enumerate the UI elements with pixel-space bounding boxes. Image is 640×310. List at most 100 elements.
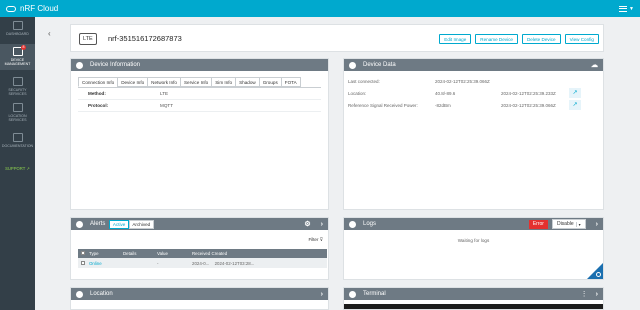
- chevron-right-icon[interactable]: ›: [321, 291, 323, 298]
- tab-device-info[interactable]: Device Info: [117, 77, 148, 87]
- device-data-row: Location: 40.8/-89.6 2024-02-12T02:25:39…: [348, 91, 556, 96]
- sidebar-item-support[interactable]: SUPPORT ↗: [0, 166, 35, 175]
- device-info-tabs: Connection Info Device Info Network Info…: [78, 77, 328, 87]
- shield-icon: [12, 77, 23, 86]
- collapse-sidebar-button[interactable]: ‹: [48, 29, 51, 38]
- tab-service-info[interactable]: Service Info: [179, 77, 212, 87]
- chevron-right-icon[interactable]: ›: [596, 291, 598, 298]
- tab-fota[interactable]: FOTA: [280, 77, 301, 87]
- archived-alerts-toggle[interactable]: Archived: [128, 219, 154, 229]
- alert-dates: 2024-0... 2024-02-12T03:28...: [192, 261, 327, 266]
- sidebar-item-label: SECURITY SERVICES: [8, 88, 27, 97]
- column-header[interactable]: Received Created: [192, 251, 327, 256]
- terminal-icon: [349, 290, 356, 298]
- row-value: 40.8/-89.6: [435, 91, 456, 96]
- panel-title: Location: [90, 291, 113, 297]
- rename-device-button[interactable]: Rename Device: [475, 34, 518, 44]
- sidebar-item-label: DEVICE MANAGEMENT: [4, 58, 31, 67]
- app-logo[interactable]: nRF Cloud: [6, 4, 58, 13]
- active-alerts-toggle[interactable]: Active: [109, 219, 129, 229]
- connection-info-table: Method: LTE Protocol: MQTT: [78, 87, 321, 112]
- sidebar-item-label: DOCUMENTATION: [1, 144, 34, 148]
- info-icon: [349, 61, 356, 69]
- cloud-download-icon[interactable]: ☁: [591, 61, 598, 69]
- filter-label: Filter: [308, 237, 319, 242]
- column-header[interactable]: Type: [89, 251, 123, 256]
- document-icon: [12, 133, 23, 142]
- panel-header: Device Information: [71, 59, 328, 71]
- dashboard-icon: [12, 21, 23, 30]
- table-row[interactable]: Online - 2024-0... 2024-02-12T03:28...: [78, 258, 327, 268]
- delete-device-button[interactable]: Delete Device: [521, 34, 561, 44]
- panel-header: Alerts Active Archived ⚙ ›: [71, 218, 328, 230]
- row-checkbox[interactable]: [81, 260, 85, 265]
- edit-image-button[interactable]: Edit Image: [439, 34, 472, 44]
- trend-chart-icon[interactable]: ↗: [569, 100, 581, 110]
- alert-type[interactable]: Online: [89, 261, 123, 266]
- column-header[interactable]: Details: [123, 251, 157, 256]
- main-menu-button[interactable]: ▼: [619, 5, 634, 12]
- panel-title: Terminal: [363, 291, 386, 297]
- device-header: LTE nrf-351516172687873 Edit Image Renam…: [70, 24, 604, 52]
- row-timestamp: 2024-02-12T02:25:39.233Z: [501, 91, 556, 96]
- alerts-filter-toggle: Active Archived: [109, 219, 154, 229]
- terminal-panel: Terminal ⋮ ›: [343, 287, 604, 310]
- alert-value: -: [157, 260, 159, 266]
- trend-chart-icon[interactable]: ↗: [569, 88, 581, 98]
- row-value: LTE: [160, 91, 169, 96]
- column-header[interactable]: Value: [157, 251, 192, 256]
- panel-title: Device Information: [90, 62, 141, 68]
- location-pin-icon: [76, 290, 83, 298]
- logs-empty-message: Waiting for logs: [457, 238, 490, 243]
- chevron-down-icon: ▼: [629, 5, 634, 12]
- tab-connection-info[interactable]: Connection Info: [78, 77, 118, 87]
- sidebar: DASHBOARD 8 DEVICE MANAGEMENT SECURITY S…: [0, 17, 35, 310]
- device-data-row: Last connected: 2024-02-12T02:25:39.066Z: [348, 79, 490, 84]
- filter-button[interactable]: Filter ⊽: [308, 237, 323, 243]
- tab-network-info[interactable]: Network Info: [147, 77, 180, 87]
- view-config-button[interactable]: View Config: [564, 34, 599, 44]
- corner-action[interactable]: [587, 263, 603, 279]
- chevron-right-icon[interactable]: ›: [321, 221, 323, 228]
- chevron-right-icon[interactable]: ›: [596, 221, 598, 228]
- tab-sim-info[interactable]: Sim Info: [211, 77, 236, 87]
- settings-icon[interactable]: ⚙: [304, 220, 310, 228]
- sidebar-item-label: DASHBOARD: [6, 32, 29, 36]
- panel-header: Terminal ⋮ ›: [344, 288, 603, 300]
- sidebar-item-security-services[interactable]: SECURITY SERVICES: [0, 77, 35, 97]
- chevron-down-icon: ▾: [575, 221, 581, 227]
- cloud-icon: [6, 5, 16, 12]
- row-value: 2024-02-12T02:25:39.066Z: [435, 79, 490, 84]
- panel-header: Location ›: [71, 288, 328, 300]
- terminal-output[interactable]: [344, 300, 603, 309]
- log-level-error-button[interactable]: Error: [528, 219, 548, 229]
- select-all-checkbox[interactable]: [81, 251, 85, 255]
- more-options-icon[interactable]: ⋮: [581, 290, 588, 298]
- sidebar-item-location-services[interactable]: LOCATION SERVICES: [0, 103, 35, 123]
- app-title: nRF Cloud: [20, 4, 59, 13]
- device-information-panel: Device Information Connection Info Devic…: [70, 58, 329, 210]
- sidebar-item-documentation[interactable]: DOCUMENTATION: [0, 133, 35, 151]
- table-row: Method: LTE: [78, 88, 321, 100]
- sidebar-item-device-management[interactable]: 8 DEVICE MANAGEMENT: [0, 44, 35, 70]
- notification-badge: 8: [21, 45, 26, 50]
- disable-logs-dropdown[interactable]: Disable ▾: [551, 219, 586, 229]
- filter-icon: ⊽: [319, 237, 323, 242]
- row-label: Location:: [348, 91, 367, 96]
- top-bar: nRF Cloud ▼: [0, 0, 640, 17]
- tab-groups[interactable]: Groups: [258, 77, 281, 87]
- sidebar-item-label: LOCATION SERVICES: [8, 114, 27, 123]
- row-timestamp: 2024-02-12T02:25:39.066Z: [501, 103, 556, 108]
- device-id: nrf-351516172687873: [108, 34, 182, 43]
- external-link-icon: ↗: [26, 166, 30, 171]
- logs-panel: Logs Error Disable ▾ › Waiting for logs: [343, 217, 604, 280]
- sidebar-item-dashboard[interactable]: DASHBOARD: [0, 21, 35, 41]
- panel-title: Alerts: [90, 221, 106, 227]
- alert-received: 2024-0...: [192, 260, 210, 266]
- disable-label: Disable: [556, 221, 574, 227]
- tab-shadow[interactable]: Shadow: [235, 77, 259, 87]
- hamburger-icon: [619, 5, 628, 12]
- device-type-badge: LTE: [79, 33, 97, 45]
- alerts-panel: Alerts Active Archived ⚙ › Filter ⊽ Type…: [70, 217, 329, 280]
- device-actions: Edit Image Rename Device Delete Device V…: [439, 34, 599, 44]
